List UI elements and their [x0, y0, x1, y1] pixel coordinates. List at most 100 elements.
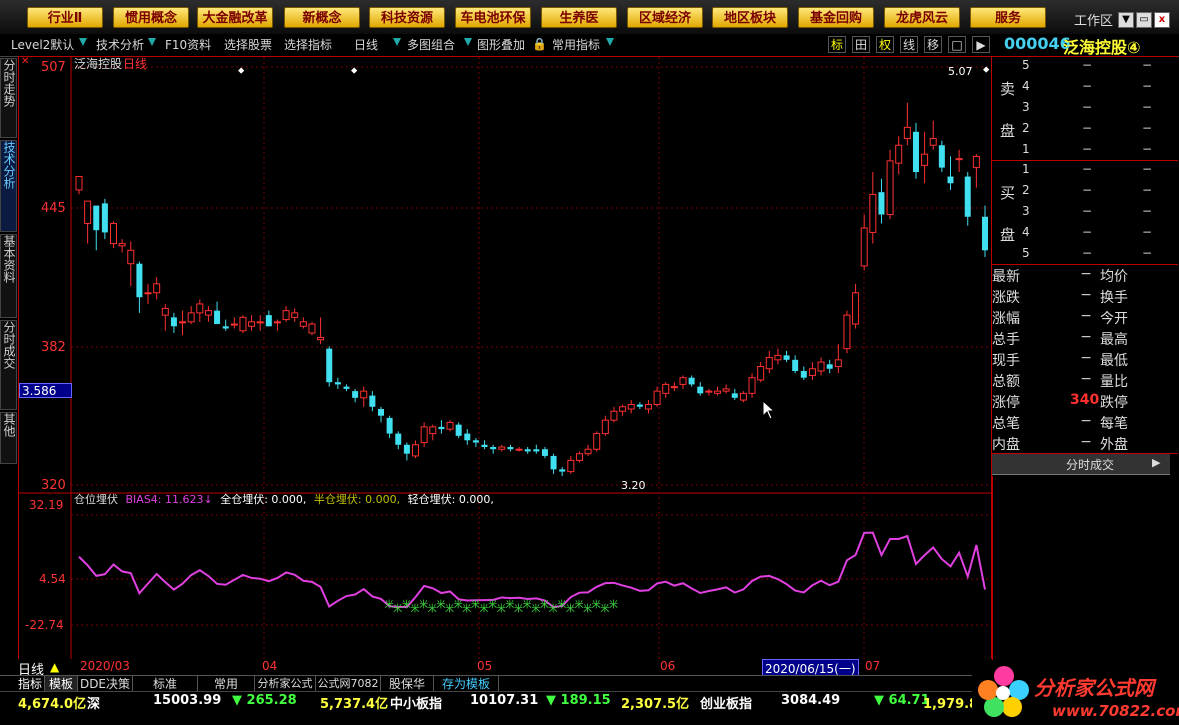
period-select[interactable]: 日线: [354, 37, 378, 53]
chevron-down-icon[interactable]: [148, 38, 156, 46]
f10-button[interactable]: F10资料: [165, 37, 211, 53]
play-icon[interactable]: ▶: [1152, 456, 1160, 469]
buy-level-cell: −: [1142, 246, 1153, 260]
candle-body: [895, 144, 903, 164]
common-indicator-button[interactable]: 常用指标: [552, 37, 600, 53]
buy-level-cell: 2: [1022, 183, 1030, 197]
event-marker-icon[interactable]: ⬥: [983, 65, 989, 75]
menu-button-10[interactable]: 龙虎风云: [884, 7, 960, 28]
menu-button-1[interactable]: 惯用概念: [113, 7, 189, 28]
tab-gubaohua[interactable]: 股保华: [381, 676, 434, 692]
tab-timeshare[interactable]: 分时走势: [0, 58, 17, 138]
ticker-item: 3084.49: [781, 693, 841, 708]
candle-body: [964, 176, 971, 217]
quote-label: 现手: [992, 353, 1020, 369]
x-label: 07: [865, 659, 881, 673]
lock-icon[interactable]: 🔒: [532, 36, 547, 53]
tab-common[interactable]: 常用: [198, 676, 255, 692]
x-label: 05: [477, 659, 493, 673]
quote-value: −: [1080, 308, 1092, 324]
tab-basic-info[interactable]: 基本资料: [0, 234, 17, 318]
timeshare-button[interactable]: 分时成交 ▶: [992, 453, 1170, 475]
window-icon[interactable]: □: [948, 36, 966, 53]
line-icon[interactable]: 线: [900, 36, 918, 53]
tab-other[interactable]: 其他: [0, 412, 17, 464]
ticker-item: 10107.31: [470, 693, 539, 708]
close-icon[interactable]: x: [1154, 12, 1170, 28]
menu-button-11[interactable]: 服务: [970, 7, 1046, 28]
candle-body: [903, 126, 911, 140]
tab-formula-net[interactable]: 公式网7082: [316, 676, 381, 692]
save-template-button[interactable]: 存为模板: [434, 676, 499, 692]
quote-label: 涨停: [992, 395, 1020, 411]
tab-template[interactable]: 模板: [45, 676, 78, 692]
quote-label: 涨幅: [992, 311, 1020, 327]
tab-tech-analysis[interactable]: 技术分析: [0, 140, 17, 232]
candle-body: [783, 355, 790, 360]
candle-body: [550, 455, 557, 470]
buy-level-cell: 3: [1022, 204, 1030, 218]
overlay-button[interactable]: 图形叠加: [477, 37, 525, 53]
candle-body: [670, 386, 678, 389]
ticker-item: 5,737.4亿: [320, 697, 389, 712]
multi-chart-button[interactable]: 多图组合: [407, 37, 455, 53]
candle-body: [860, 227, 868, 267]
chart-area[interactable]: 米米米米米米米米米米米米米米米米米米米米米米米米米米米 ✕ 泛海控股 日线 50…: [18, 56, 992, 660]
candle-body: [955, 158, 963, 161]
menu-button-8[interactable]: 地区板块: [712, 7, 788, 28]
candle-body: [248, 321, 256, 327]
quote-value: −: [1080, 287, 1092, 303]
minimize-icon[interactable]: ▼: [1118, 12, 1134, 28]
candle-body: [110, 222, 118, 245]
menu-button-7[interactable]: 区域经济: [627, 7, 703, 28]
level2-select[interactable]: Level2默认: [11, 37, 74, 53]
tab-timeshare-trades[interactable]: 分时成交: [0, 320, 17, 410]
menu-button-0[interactable]: 行业Ⅱ: [27, 7, 103, 28]
quote-label: 总笔: [992, 416, 1020, 432]
menu-button-5[interactable]: 车电池环保: [455, 7, 531, 28]
event-marker-icon[interactable]: ⬥: [351, 66, 357, 76]
event-marker-icon[interactable]: ⬥: [238, 66, 244, 76]
chevron-down-icon[interactable]: [606, 38, 614, 46]
menu-button-3[interactable]: 新概念: [284, 7, 360, 28]
select-stock-button[interactable]: 选择股票: [224, 37, 272, 53]
candle-body: [575, 453, 583, 461]
menu-button-4[interactable]: 科技资源: [369, 7, 445, 28]
tool-mark-icon[interactable]: 标: [828, 36, 846, 53]
tab-dde[interactable]: DDE决策: [78, 676, 133, 692]
candle-body: [196, 303, 204, 314]
restore-icon[interactable]: ▭: [1136, 12, 1152, 28]
candle-body: [679, 377, 687, 385]
tab-standard[interactable]: 标准: [133, 676, 198, 692]
tech-analysis-button[interactable]: 技术分析: [96, 37, 144, 53]
chevron-down-icon[interactable]: [79, 38, 87, 46]
quote-label: 最高: [1100, 332, 1128, 348]
y-label: 445: [41, 201, 66, 216]
tab-indicator[interactable]: 指标: [16, 676, 45, 692]
tab-analyst-formula[interactable]: 分析家公式: [255, 676, 316, 692]
grid-icon[interactable]: 田: [852, 36, 870, 53]
workzone-panel[interactable]: 工作区 ▼ ▭ x: [1066, 6, 1178, 30]
menu-button-2[interactable]: 大金融改革: [197, 7, 273, 28]
chevron-down-icon[interactable]: [393, 38, 401, 46]
select-indicator-button[interactable]: 选择指标: [284, 37, 332, 53]
quote-label: 总手: [992, 332, 1020, 348]
sell-level-row: 2 − −: [1022, 121, 1172, 141]
menu-button-6[interactable]: 生养医: [541, 7, 617, 28]
rights-icon[interactable]: 权: [876, 36, 894, 53]
chevron-down-icon[interactable]: [464, 38, 472, 46]
candlestick-chart[interactable]: 米米米米米米米米米米米米米米米米米米米米米米米米米米米: [19, 57, 991, 659]
quote-label: 内盘: [992, 437, 1020, 453]
sell-level-cell: −: [1142, 121, 1153, 135]
move-icon[interactable]: 移: [924, 36, 942, 53]
candle-body: [256, 321, 264, 324]
menu-button-9[interactable]: 基金回购: [798, 7, 874, 28]
candle-body: [938, 145, 945, 168]
ticker-item: 15003.99: [153, 693, 222, 708]
candle-body: [136, 263, 143, 298]
candle-body: [498, 446, 506, 450]
play-icon[interactable]: ▶: [972, 36, 990, 53]
candle-body: [265, 315, 272, 327]
candle-body: [343, 386, 350, 389]
quote-label: 涨跌: [992, 290, 1020, 306]
